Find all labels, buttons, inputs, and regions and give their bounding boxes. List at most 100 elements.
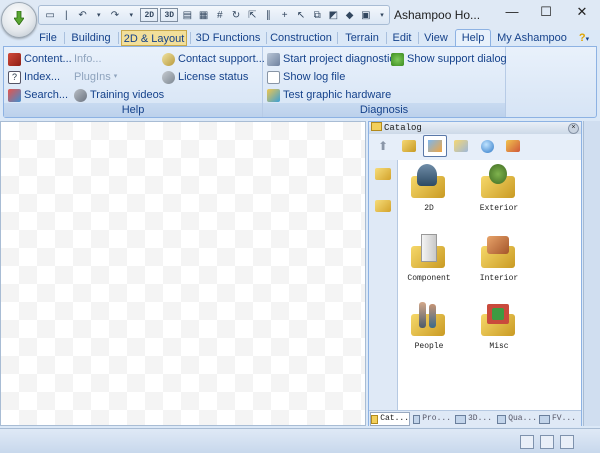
catalog-item-2d[interactable]: 2D: [399, 164, 459, 213]
tab-separator: [190, 32, 191, 44]
tab-construction[interactable]: Construction: [269, 30, 333, 46]
maximize-button[interactable]: ☐: [531, 3, 561, 21]
quick-access-toolbar: ▭ | ↶ ▾ ↷ ▾ 2D 3D ▤ ▦ # ↻ ⇱ ∥ + ↖ ⧉ ◩ ◆ …: [38, 5, 390, 25]
layout-icon[interactable]: ▦: [197, 8, 211, 22]
drawing-canvas[interactable]: [0, 121, 366, 426]
tab-separator: [337, 32, 338, 44]
license-status-button[interactable]: License status: [162, 69, 248, 85]
tab-file[interactable]: File: [34, 30, 62, 46]
undo-dropdown-icon[interactable]: ▾: [92, 8, 106, 22]
fv-tab-icon: [539, 414, 550, 424]
catalog-close-icon[interactable]: ×: [568, 123, 579, 134]
diagnostic-icon: [267, 52, 280, 66]
globe-icon: [480, 139, 494, 153]
tab-help[interactable]: Help: [455, 29, 491, 47]
status-button[interactable]: [560, 435, 574, 449]
catalog-folder-button[interactable]: [449, 135, 473, 157]
contact-support-label: Contact support...: [178, 53, 265, 65]
contact-support-button[interactable]: Contact support...: [162, 51, 265, 67]
help-question-icon[interactable]: ?▾: [572, 30, 596, 46]
view-3d-button[interactable]: 3D: [160, 8, 179, 22]
catalog-item-people[interactable]: People: [399, 302, 459, 351]
exterior-folder-icon: [479, 164, 519, 200]
catalog-item-interior[interactable]: Interior: [469, 234, 529, 283]
status-button[interactable]: [540, 435, 554, 449]
tab-building[interactable]: Building: [68, 30, 114, 46]
rotate-icon[interactable]: ↻: [229, 8, 243, 22]
grid-icon[interactable]: #: [213, 8, 227, 22]
tab-my-ashampoo[interactable]: My Ashampoo: [495, 30, 569, 46]
tab-2d-layout[interactable]: 2D & Layout: [121, 30, 187, 46]
catalog-item-label: Exterior: [479, 204, 519, 213]
search-button[interactable]: Search...: [8, 87, 68, 103]
catalog-side-toolbar: [369, 160, 398, 410]
page-icon[interactable]: ▣: [359, 8, 373, 22]
show-log-file-button[interactable]: Show log file: [267, 69, 345, 85]
content-button[interactable]: Content...: [8, 51, 72, 67]
tab-separator: [386, 32, 387, 44]
catalog-tab[interactable]: Cat...: [370, 412, 410, 426]
copy-icon[interactable]: ⧉: [310, 8, 324, 22]
catalog-item-exterior[interactable]: Exterior: [469, 164, 529, 213]
catalog-folder-icon[interactable]: [375, 200, 391, 212]
side-panel-strip[interactable]: [583, 121, 600, 426]
catalog-title: Catalog: [384, 123, 422, 133]
redo-icon[interactable]: ↷: [108, 8, 122, 22]
3d-tab-label: 3D...: [468, 414, 493, 423]
catalog-tab-icon: [371, 414, 379, 424]
minimize-button[interactable]: —: [497, 3, 527, 21]
snap-icon[interactable]: +: [278, 8, 292, 22]
split-view-icon[interactable]: ▤: [180, 8, 194, 22]
separator: |: [65, 9, 68, 21]
index-button[interactable]: ? Index...: [8, 69, 60, 85]
erase-icon[interactable]: ◆: [342, 8, 356, 22]
license-icon: [162, 70, 175, 84]
diagnosis-group-label: Diagnosis: [263, 103, 505, 117]
tab-3d-functions[interactable]: 3D Functions: [193, 30, 263, 46]
close-button[interactable]: ✕: [567, 3, 597, 21]
show-support-dialog-button[interactable]: Show support dialog: [391, 51, 507, 67]
training-videos-button[interactable]: Training videos: [74, 87, 164, 103]
undo-icon[interactable]: ↶: [75, 8, 89, 22]
parallel-icon[interactable]: ∥: [261, 8, 275, 22]
fv-tab[interactable]: FV...: [539, 412, 579, 426]
3d-tab[interactable]: 3D...: [455, 412, 493, 426]
pointer-icon[interactable]: ⇱: [245, 8, 259, 22]
objects-icon: [506, 140, 520, 152]
view-2d-button[interactable]: 2D: [140, 8, 159, 22]
video-icon: [74, 88, 87, 102]
tab-separator: [118, 32, 119, 44]
training-videos-label: Training videos: [90, 89, 165, 101]
more-dropdown-icon[interactable]: ▾: [375, 8, 389, 22]
status-button[interactable]: [520, 435, 534, 449]
catalog-item-misc[interactable]: Misc: [469, 302, 529, 351]
quantity-tab[interactable]: Qua...: [497, 412, 537, 426]
project-tab[interactable]: Pro...: [413, 412, 451, 426]
quantity-tab-label: Qua...: [508, 414, 537, 423]
arrow-up-icon: ⬆: [377, 139, 389, 153]
search-label: Search...: [24, 89, 69, 101]
favorites-folder-icon[interactable]: [375, 168, 391, 180]
new-document-icon[interactable]: ▭: [43, 8, 57, 22]
catalog-item-component[interactable]: Component: [399, 234, 459, 283]
app-orb-icon: [14, 11, 24, 25]
start-project-diagnostic-button[interactable]: Start project diagnostic: [267, 51, 395, 67]
test-graphic-hardware-label: Test graphic hardware: [283, 89, 392, 101]
tab-view[interactable]: View: [421, 30, 451, 46]
redo-dropdown-icon[interactable]: ▾: [124, 8, 138, 22]
catalog-back-button[interactable]: [397, 135, 421, 157]
log-icon: [267, 70, 280, 84]
test-graphic-hardware-button[interactable]: Test graphic hardware: [267, 87, 391, 103]
cursor-icon[interactable]: ↖: [294, 8, 308, 22]
catalog-up-button[interactable]: ⬆: [371, 135, 395, 157]
catalog-view-button[interactable]: [423, 135, 447, 157]
tab-edit[interactable]: Edit: [389, 30, 415, 46]
paste-icon[interactable]: ◩: [326, 8, 340, 22]
tab-terrain[interactable]: Terrain: [340, 30, 384, 46]
project-tab-icon: [413, 414, 421, 424]
catalog-objects-button[interactable]: [501, 135, 525, 157]
info-button: Info...: [74, 51, 102, 67]
index-label: Index...: [24, 71, 61, 83]
catalog-web-button[interactable]: [475, 135, 499, 157]
catalog-tab-label: Cat...: [380, 414, 409, 423]
